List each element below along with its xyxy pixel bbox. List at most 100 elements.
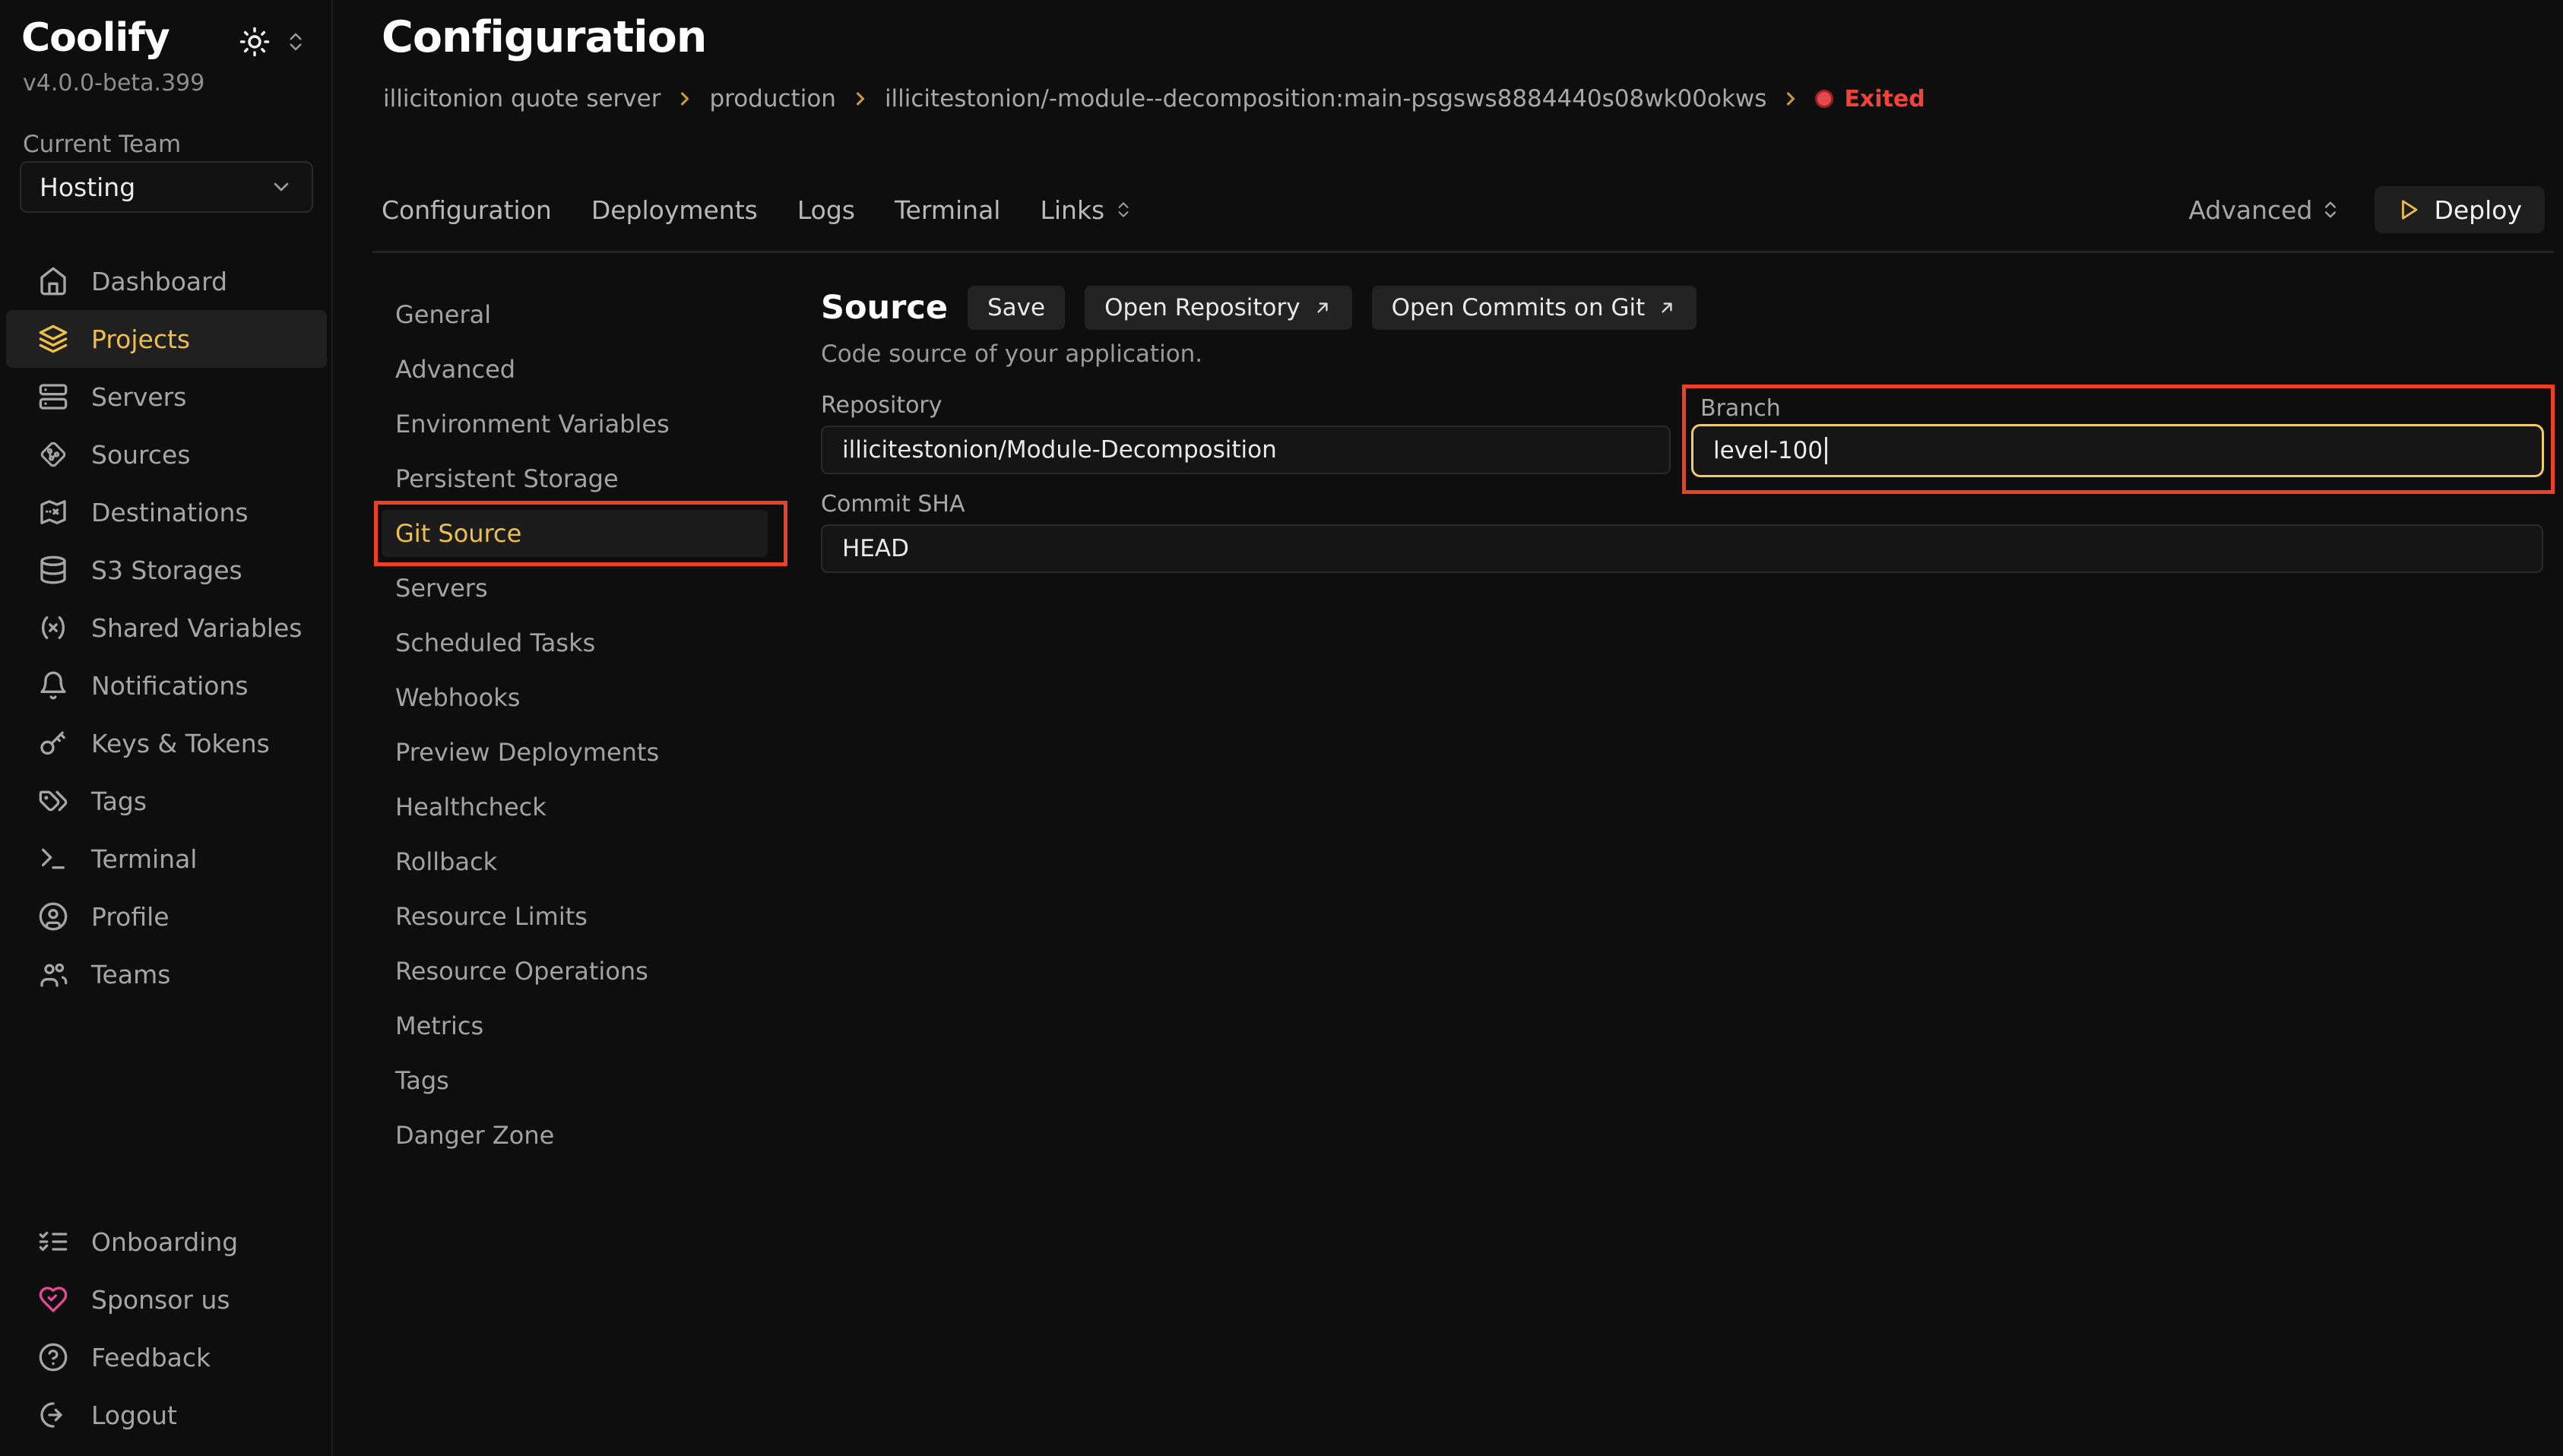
open-repository-button[interactable]: Open Repository bbox=[1085, 286, 1352, 330]
server-icon bbox=[38, 381, 68, 412]
subnav-persistent-storage[interactable]: Persistent Storage bbox=[382, 451, 768, 506]
tab-links-label: Links bbox=[1040, 195, 1104, 225]
sidebar-item-s3-storages[interactable]: S3 Storages bbox=[6, 541, 327, 599]
subnav-advanced[interactable]: Advanced bbox=[382, 342, 768, 397]
sidebar-item-notifications[interactable]: Notifications bbox=[6, 657, 327, 714]
sidebar-item-sponsor-us[interactable]: Sponsor us bbox=[6, 1271, 327, 1328]
sidebar-item-profile[interactable]: Profile bbox=[6, 888, 327, 945]
subnav-servers[interactable]: Servers bbox=[382, 561, 768, 616]
subnav-preview-deployments[interactable]: Preview Deployments bbox=[382, 725, 768, 780]
open-commits-label: Open Commits on Git bbox=[1392, 294, 1646, 321]
repository-value: illicitestonion/Module-Decomposition bbox=[842, 436, 1277, 464]
source-section-title: Source bbox=[821, 289, 948, 327]
tab-links[interactable]: Links bbox=[1040, 195, 1133, 225]
team-select[interactable]: Hosting bbox=[20, 161, 313, 213]
subnav-git-source[interactable]: Git Source bbox=[382, 510, 768, 557]
deploy-button[interactable]: Deploy bbox=[2374, 186, 2545, 233]
sidebar-item-tags[interactable]: Tags bbox=[6, 772, 327, 830]
variable-icon bbox=[38, 612, 68, 643]
source-header: Source Save Open Repository Open Commits… bbox=[821, 286, 1697, 330]
chevron-down-icon bbox=[269, 175, 293, 199]
branch-field-group: Branch level-100 bbox=[1682, 385, 2555, 494]
text-cursor bbox=[1825, 437, 1827, 464]
subnav-rollback[interactable]: Rollback bbox=[382, 834, 768, 889]
header-actions: Advanced Deploy bbox=[2188, 186, 2545, 233]
open-repository-label: Open Repository bbox=[1104, 294, 1301, 321]
sidebar-item-projects[interactable]: Projects bbox=[6, 310, 327, 368]
commit-sha-value: HEAD bbox=[842, 535, 909, 562]
layers-icon bbox=[38, 324, 68, 354]
sidebar: Coolify v4.0.0-beta.399 Current Team Hos… bbox=[0, 0, 333, 1456]
home-icon bbox=[38, 266, 68, 296]
sidebar-item-servers[interactable]: Servers bbox=[6, 368, 327, 426]
chevron-right-icon bbox=[1780, 88, 1801, 109]
arrow-up-right-icon bbox=[1313, 298, 1332, 318]
database-icon bbox=[38, 555, 68, 585]
sidebar-item-feedback[interactable]: Feedback bbox=[6, 1328, 327, 1386]
users-icon bbox=[38, 959, 68, 989]
sidebar-item-shared-variables[interactable]: Shared Variables bbox=[6, 599, 327, 657]
subnav-resource-operations[interactable]: Resource Operations bbox=[382, 944, 768, 999]
theme-sun-icon[interactable] bbox=[239, 26, 271, 58]
sidebar-item-label: S3 Storages bbox=[91, 555, 242, 585]
tab-terminal[interactable]: Terminal bbox=[895, 195, 1000, 225]
sidebar-item-label: Onboarding bbox=[91, 1227, 238, 1257]
team-select-value: Hosting bbox=[40, 173, 135, 202]
tab-configuration[interactable]: Configuration bbox=[382, 195, 552, 225]
breadcrumb-environment[interactable]: production bbox=[709, 85, 835, 112]
sidebar-item-sources[interactable]: Sources bbox=[6, 426, 327, 483]
subnav-metrics[interactable]: Metrics bbox=[382, 999, 768, 1053]
sidebar-item-label: Sources bbox=[91, 440, 191, 470]
status-text: Exited bbox=[1844, 86, 1925, 112]
advanced-label: Advanced bbox=[2188, 195, 2312, 225]
sidebar-item-label: Tags bbox=[91, 787, 147, 816]
subnav-webhooks[interactable]: Webhooks bbox=[382, 670, 768, 725]
help-icon bbox=[38, 1342, 68, 1372]
sidebar-item-label: Terminal bbox=[91, 844, 197, 874]
subnav-git-source-label: Git Source bbox=[395, 519, 521, 548]
terminal-icon bbox=[38, 844, 68, 874]
user-icon bbox=[38, 901, 68, 932]
main-content: Configuration illicitonion quote server … bbox=[334, 0, 2563, 1456]
tags-icon bbox=[38, 786, 68, 816]
key-icon bbox=[38, 728, 68, 758]
sidebar-item-label: Servers bbox=[91, 382, 186, 412]
sidebar-item-onboarding[interactable]: Onboarding bbox=[6, 1213, 327, 1271]
sidebar-item-teams[interactable]: Teams bbox=[6, 945, 327, 1003]
subnav-environment-variables[interactable]: Environment Variables bbox=[382, 397, 768, 451]
open-commits-button[interactable]: Open Commits on Git bbox=[1372, 286, 1697, 330]
subnav-resource-limits[interactable]: Resource Limits bbox=[382, 889, 768, 944]
page-title: Configuration bbox=[382, 12, 706, 62]
branch-value: level-100 bbox=[1713, 437, 1823, 464]
git-icon bbox=[38, 439, 68, 470]
subnav-tags[interactable]: Tags bbox=[382, 1053, 768, 1108]
sidebar-item-terminal[interactable]: Terminal bbox=[6, 830, 327, 888]
commit-sha-input[interactable]: HEAD bbox=[821, 524, 2543, 573]
tab-logs[interactable]: Logs bbox=[797, 195, 855, 225]
breadcrumb-project[interactable]: illicitonion quote server bbox=[383, 85, 661, 112]
subnav-general[interactable]: General bbox=[382, 287, 768, 342]
checklist-icon bbox=[38, 1227, 68, 1257]
chevrons-up-down-icon[interactable] bbox=[284, 30, 307, 53]
tab-deployments[interactable]: Deployments bbox=[591, 195, 758, 225]
play-icon bbox=[2397, 198, 2420, 221]
subnav-healthcheck[interactable]: Healthcheck bbox=[382, 780, 768, 834]
branch-input[interactable]: level-100 bbox=[1691, 424, 2544, 477]
repository-input[interactable]: illicitestonion/Module-Decomposition bbox=[821, 426, 1671, 474]
bell-icon bbox=[38, 670, 68, 701]
config-subnav: General Advanced Environment Variables P… bbox=[382, 287, 768, 1163]
sidebar-item-label: Sponsor us bbox=[91, 1285, 230, 1315]
subnav-danger-zone[interactable]: Danger Zone bbox=[382, 1108, 768, 1163]
sidebar-item-label: Profile bbox=[91, 902, 169, 932]
tabs-row: Configuration Deployments Logs Terminal … bbox=[382, 185, 2545, 234]
subnav-scheduled-tasks[interactable]: Scheduled Tasks bbox=[382, 616, 768, 670]
sidebar-item-destinations[interactable]: Destinations bbox=[6, 483, 327, 541]
sidebar-item-dashboard[interactable]: Dashboard bbox=[6, 252, 327, 310]
breadcrumb-application[interactable]: illicitestonion/-module--decomposition:m… bbox=[885, 85, 1767, 112]
sidebar-item-logout[interactable]: Logout bbox=[6, 1386, 327, 1444]
app-logo[interactable]: Coolify bbox=[21, 15, 169, 61]
commit-sha-label: Commit SHA bbox=[821, 491, 965, 518]
save-button[interactable]: Save bbox=[968, 286, 1065, 330]
sidebar-item-keys-tokens[interactable]: Keys & Tokens bbox=[6, 714, 327, 772]
advanced-dropdown[interactable]: Advanced bbox=[2188, 195, 2341, 225]
